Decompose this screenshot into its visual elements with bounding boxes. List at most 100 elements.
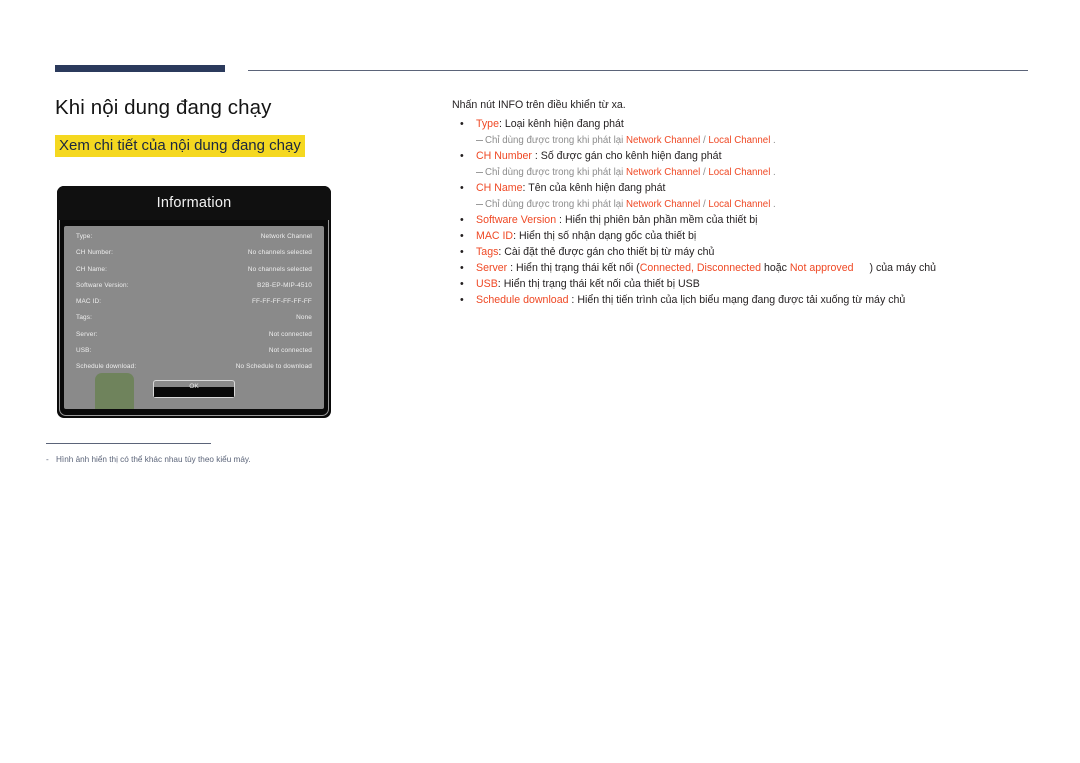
description-item-text: Software Version : Hiển thị phiên bản ph… xyxy=(476,213,1032,228)
sub-note-text: Chỉ dùng được trong khi phát lại Network… xyxy=(485,197,1032,212)
dialog-title: Information xyxy=(156,195,232,211)
description-item-keyword: Server xyxy=(476,262,508,274)
description-item-text: Tags: Cài đặt thẻ được gán cho thiết bị … xyxy=(476,245,1032,260)
information-row-value: Not connected xyxy=(268,330,312,338)
description-item-text: Schedule download : Hiển thị tiến trình … xyxy=(476,293,1032,308)
information-row: Type: Network Channel xyxy=(76,233,312,249)
information-row-value: Not connected xyxy=(268,347,312,355)
information-row-label: Type: xyxy=(76,233,93,240)
description-item-text: Server : Hiển thị trạng thái kết nối (Co… xyxy=(476,261,1032,276)
sub-note-keyword-2: Local Channel xyxy=(708,135,771,146)
sub-note-lead: Chỉ dùng được trong khi phát lại xyxy=(485,135,627,146)
left-column: Khi nội dung đang chạy Xem chi tiết của … xyxy=(55,95,425,157)
sub-note-text: Chỉ dùng được trong khi phát lại Network… xyxy=(485,133,1032,148)
dialog-body: Type: Network Channel CH Number: No channel… xyxy=(64,226,324,409)
bullet-dot-icon: • xyxy=(460,262,464,274)
description-item-keyword: USB xyxy=(476,278,498,290)
information-row-label: Software Version: xyxy=(76,281,129,289)
description-item-keyword: Schedule download xyxy=(476,294,569,306)
description-item-body: Tên của kênh hiện đang phát xyxy=(528,182,666,194)
information-row-label: USB: xyxy=(76,347,92,355)
footnote-block: - Hình ảnh hiển thị có thể khác nhau tùy… xyxy=(46,443,376,466)
description-item-body: Hiển thị số nhận dạng gốc của thiết bị xyxy=(518,230,697,242)
description-item-keyword: MAC ID xyxy=(476,230,514,242)
description-item: • Software Version : Hiển thị phiên bản p… xyxy=(452,213,1032,228)
information-row: Software Version: B2B-EP-MIP-4510 xyxy=(76,282,312,298)
description-sub-note: Chỉ dùng được trong khi phát lại Network… xyxy=(452,165,1032,180)
bullet-dot-icon: • xyxy=(460,278,464,290)
sub-note-dash-icon xyxy=(476,198,485,205)
description-item-text: MAC ID: Hiển thị số nhận dạng gốc của th… xyxy=(476,229,1032,244)
information-rows: Type: Network Channel CH Number: No channel… xyxy=(76,233,312,380)
ok-button-label: OK xyxy=(189,383,199,390)
description-item: • MAC ID: Hiển thị số nhận dạng gốc của t… xyxy=(452,229,1032,244)
right-column: Nhấn nút INFO trên điều khiển từ xa. • Ty… xyxy=(452,98,1032,309)
sub-note-tail: . xyxy=(770,167,776,178)
description-item-body: Cài đặt thẻ được gán cho thiết bị từ máy… xyxy=(504,246,715,258)
page-subtitle-highlight: Xem chi tiết của nội dung đang chạy xyxy=(55,135,305,157)
sub-note-keyword-1: Network Channel xyxy=(626,167,701,178)
intro-line: Nhấn nút INFO trên điều khiển từ xa. xyxy=(452,99,626,111)
information-row-value: No channels selected xyxy=(247,265,312,273)
page-subtitle-wrap: Xem chi tiết của nội dung đang chạy xyxy=(55,135,425,157)
information-row: Server: Not connected xyxy=(76,331,312,347)
description-item-text: CH Name: Tên của kênh hiện đang phát xyxy=(476,181,1032,196)
footnote-rule xyxy=(46,443,211,444)
bullet-dot-icon: • xyxy=(460,150,464,162)
information-row-value: FF-FF-FF-FF-FF-FF xyxy=(251,298,312,306)
description-item-keyword: Type xyxy=(476,118,499,130)
information-row-value: None xyxy=(296,314,312,322)
information-row: CH Name: No channels selected xyxy=(76,266,312,282)
information-row: USB: Not connected xyxy=(76,347,312,363)
page-title: Khi nội dung đang chạy xyxy=(55,96,272,119)
description-item-separator: : xyxy=(568,294,578,306)
description-item-text: USB: Hiển thị trạng thái kết nối của thi… xyxy=(476,277,1032,292)
description-item: • USB: Hiển thị trạng thái kết nối của th… xyxy=(452,277,1032,292)
description-item-keyword: Tags xyxy=(476,246,499,258)
sub-note-keyword-2: Local Channel xyxy=(708,199,771,210)
information-dialog-screenshot: Information Type: Network Channel CH Numbe… xyxy=(55,184,333,420)
description-item: • CH Number : Số được gán cho kênh hiện đ… xyxy=(452,149,1032,164)
description-item-body-mid: hoặc xyxy=(761,262,790,274)
description-item-keyword: CH Name xyxy=(476,182,523,194)
description-item-separator: : xyxy=(507,262,517,274)
description-item-text: Type: Loại kênh hiện đang phát xyxy=(476,117,1032,132)
description-item-separator: : xyxy=(531,150,541,162)
information-row-label: CH Name: xyxy=(76,265,108,273)
description-item-body-post: ) của máy chủ xyxy=(869,262,937,274)
description-item-keyword: CH Number xyxy=(476,150,532,162)
description-sub-note: Chỉ dùng được trong khi phát lại Network… xyxy=(452,133,1032,148)
description-item: • Type: Loại kênh hiện đang phát xyxy=(452,117,1032,132)
information-row-value: B2B-EP-MIP-4510 xyxy=(257,281,312,289)
information-row-label: Tags: xyxy=(76,314,93,322)
sub-note-tail: . xyxy=(770,199,776,210)
description-item-text: CH Number : Số được gán cho kênh hiện đa… xyxy=(476,149,1032,164)
dialog-titlebar: Information xyxy=(57,186,331,220)
footnote-row: - Hình ảnh hiển thị có thể khác nhau tùy… xyxy=(46,454,376,466)
description-item: • CH Name: Tên của kênh hiện đang phát xyxy=(452,181,1032,196)
information-row: Tags: None xyxy=(76,314,312,330)
ok-button[interactable]: OK xyxy=(153,380,235,398)
bullet-dot-icon: • xyxy=(460,214,464,226)
sub-note-keyword-2: Local Channel xyxy=(708,167,771,178)
description-item: • Tags: Cài đặt thẻ được gán cho thiết bị… xyxy=(452,245,1032,260)
sub-note-keyword-1: Network Channel xyxy=(626,135,701,146)
description-item-body: Hiển thị trạng thái kết nối của thiết bị… xyxy=(503,278,700,290)
bullet-dot-icon: • xyxy=(460,246,464,258)
sub-note-keyword-1: Network Channel xyxy=(626,199,701,210)
information-row-value: No channels selected xyxy=(247,249,312,257)
sub-note-text: Chỉ dùng được trong khi phát lại Network… xyxy=(485,165,1032,180)
header-accent-rule xyxy=(55,65,225,72)
description-item-keyword: Software Version xyxy=(476,214,557,226)
bullet-dot-icon: • xyxy=(460,118,464,130)
sub-note-lead: Chỉ dùng được trong khi phát lại xyxy=(485,199,627,210)
description-item: • Server : Hiển thị trạng thái kết nối (C… xyxy=(452,261,1032,276)
information-row: CH Number: No channels selected xyxy=(76,249,312,265)
bullet-dot-icon: • xyxy=(460,294,464,306)
sub-note-dash-icon xyxy=(476,134,485,141)
description-item-body: Hiển thị tiến trình của lịch biểu mạng đ… xyxy=(577,294,906,306)
description-item-body-pre: Hiển thị trạng thái kết nối ( xyxy=(516,262,640,274)
description-list: • Type: Loại kênh hiện đang phát Chỉ dùng … xyxy=(452,117,1032,308)
description-item-body: Loại kênh hiện đang phát xyxy=(504,118,624,130)
bullet-dot-icon: • xyxy=(460,230,464,242)
